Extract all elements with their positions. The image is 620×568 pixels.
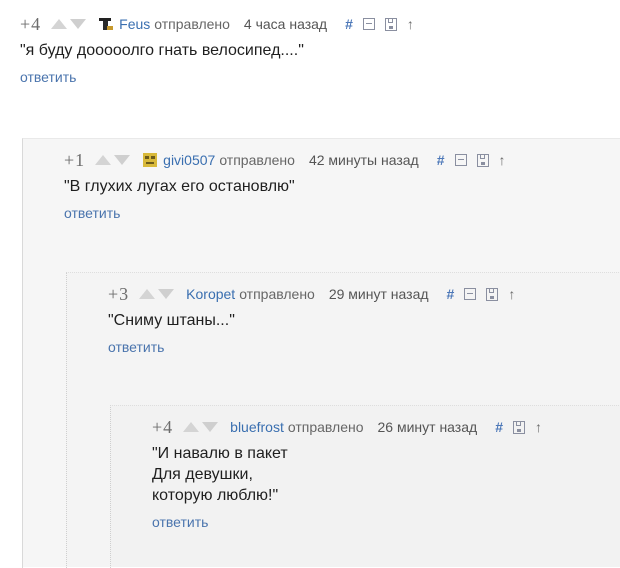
comment-feus: +4 Feus отправлено 4 часа назад # ↑ "я б…: [20, 14, 610, 87]
avatar-icon: [98, 16, 114, 32]
comment-text: "В глухих лугах его остановлю": [64, 176, 610, 197]
comment-header: +4 bluefrost отправлено 26 минут назад #…: [152, 417, 610, 437]
save-icon[interactable]: [486, 287, 499, 301]
comment-text-line: Для девушки,: [152, 466, 253, 483]
comment-givi0507: +1 givi0507 отправлено 42 минуты назад #…: [64, 150, 610, 223]
comment-text-line: "И навалю в пакет: [152, 445, 288, 462]
comment-time[interactable]: 29 минут назад: [329, 286, 429, 302]
save-icon[interactable]: [512, 420, 525, 434]
comment-header: +4 Feus отправлено 4 часа назад # ↑: [20, 14, 610, 34]
reply-link[interactable]: ответить: [152, 514, 208, 530]
collapse-icon[interactable]: [362, 18, 375, 30]
vote-up-icon[interactable]: [183, 422, 200, 432]
vote-up-icon[interactable]: [95, 155, 112, 165]
comment-text-line: которую люблю!": [152, 487, 279, 504]
vote-down-icon[interactable]: [158, 289, 175, 299]
comment-time[interactable]: 26 минут назад: [378, 419, 478, 435]
save-icon[interactable]: [476, 153, 489, 167]
reply-link[interactable]: ответить: [108, 339, 164, 355]
comment-text: "И навалю в пакет Для девушки, которую л…: [152, 443, 610, 506]
permalink-hash-icon[interactable]: #: [495, 419, 503, 435]
comment-bluefrost: +4 bluefrost отправлено 26 минут назад #…: [152, 417, 610, 532]
comment-sent-label: отправлено: [287, 419, 364, 435]
vote-up-icon[interactable]: [139, 289, 156, 299]
comment-sent-label: отправлено: [154, 16, 230, 32]
comment-text-line: "Сниму штаны...": [108, 312, 235, 329]
comment-sent-label: отправлено: [219, 152, 295, 168]
comment-koropet: +3 Koropet отправлено 29 минут назад # ↑…: [108, 284, 610, 357]
permalink-hash-icon[interactable]: #: [447, 286, 455, 302]
comment-sent-label: отправлено: [239, 286, 315, 302]
permalink-hash-icon[interactable]: #: [345, 16, 353, 32]
comment-text-line: "В глухих лугах его остановлю": [64, 178, 295, 195]
parent-arrow-icon[interactable]: ↑: [508, 286, 515, 302]
comment-text: "я буду дооооолго гнать велосипед....": [20, 40, 610, 61]
vote-down-icon[interactable]: [114, 155, 131, 165]
collapse-icon[interactable]: [454, 154, 467, 166]
comment-author[interactable]: givi0507: [163, 152, 215, 168]
comment-score: +1: [64, 149, 86, 170]
parent-arrow-icon[interactable]: ↑: [499, 152, 506, 168]
reply-link[interactable]: ответить: [64, 205, 120, 221]
comment-author[interactable]: Koropet: [186, 286, 235, 302]
comment-score: +4: [20, 13, 42, 34]
comment-score: +4: [152, 416, 174, 437]
collapse-icon[interactable]: [464, 288, 477, 300]
comment-author[interactable]: Feus: [119, 16, 150, 32]
vote-down-icon[interactable]: [70, 19, 87, 29]
comment-text-line: "я буду дооооолго гнать велосипед....": [20, 42, 304, 59]
avatar-icon: [142, 152, 158, 168]
vote-up-icon[interactable]: [51, 19, 68, 29]
comment-time[interactable]: 42 минуты назад: [309, 152, 419, 168]
comment-header: +3 Koropet отправлено 29 минут назад # ↑: [108, 284, 610, 304]
parent-arrow-icon[interactable]: ↑: [535, 419, 542, 435]
parent-arrow-icon[interactable]: ↑: [407, 16, 414, 32]
comment-header: +1 givi0507 отправлено 42 минуты назад #…: [64, 150, 610, 170]
reply-link[interactable]: ответить: [20, 69, 76, 85]
vote-down-icon[interactable]: [202, 422, 219, 432]
comment-text: "Сниму штаны...": [108, 310, 610, 331]
comment-score: +3: [108, 283, 130, 304]
permalink-hash-icon[interactable]: #: [437, 152, 445, 168]
comment-author[interactable]: bluefrost: [230, 419, 284, 435]
comment-time[interactable]: 4 часа назад: [244, 16, 327, 32]
save-icon[interactable]: [384, 17, 397, 31]
